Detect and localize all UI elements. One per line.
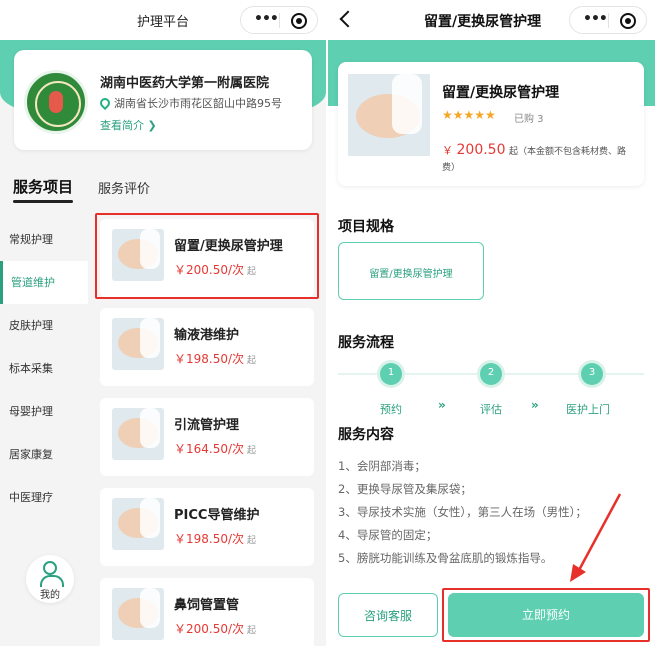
content-line: 2、更换导尿管及集尿袋； <box>338 482 472 496</box>
spec-section-title: 项目规格 <box>338 219 394 235</box>
hospital-logo <box>24 70 88 134</box>
service-name: 鼻饲管置管 <box>174 598 240 613</box>
hospital-name: 湖南中医药大学第一附属医院 <box>100 76 270 91</box>
price-note: 起（本金额不包含耗材费、路 <box>509 147 627 157</box>
price-suffix: 起 <box>247 446 257 456</box>
content-line: 1、会阴部消毒； <box>338 459 426 473</box>
product-image <box>348 74 430 156</box>
category-item[interactable]: 母婴护理 <box>0 390 88 433</box>
flow-section-title: 服务流程 <box>338 335 394 351</box>
rating-stars: ★★★★★ <box>442 108 496 122</box>
category-sidebar: 常规护理 管道维护 皮肤护理 标本采集 母婴护理 居家康复 中医理疗 <box>0 218 88 519</box>
flow-step-dot: 1 <box>380 363 402 385</box>
more-icon[interactable]: ••• <box>254 11 279 27</box>
service-detail-page: 留置/更换尿管护理 ••• 留置/更换尿管护理 ★★★★★ 已购 3 ￥ 200… <box>328 0 655 646</box>
view-intro-link[interactable]: 查看简介 ❯ <box>100 117 157 133</box>
service-card[interactable]: 引流管护理 ￥164.50/次起 <box>100 398 314 476</box>
tab-bar: 服务项目 服务评价 <box>0 160 326 208</box>
book-button-highlight <box>442 588 650 642</box>
service-thumbnail <box>112 588 164 640</box>
service-price-value: ￥164.50/次 <box>174 442 245 456</box>
service-price-value: ￥198.50/次 <box>174 352 245 366</box>
flow-step-label: 评估 <box>480 403 502 416</box>
price-note-continued: 费） <box>442 163 461 173</box>
service-name: 引流管护理 <box>174 418 240 433</box>
user-icon <box>40 561 64 587</box>
content-line: 3、导尿技术实施（女性），第三人在场（男性）； <box>338 505 587 519</box>
nav-bar: 护理平台 ••• <box>0 0 326 40</box>
service-thumbnail <box>112 318 164 370</box>
mini-program-capsule: ••• <box>569 6 647 34</box>
price-value: 200.50 <box>456 142 506 158</box>
annotation-arrow-icon <box>570 493 622 582</box>
detail-nav-bar: 留置/更换尿管护理 ••• <box>328 0 655 40</box>
back-arrow-icon[interactable] <box>339 10 357 28</box>
price-suffix: 起 <box>247 626 257 636</box>
detail-nav-title: 留置/更换尿管护理 <box>424 14 542 30</box>
service-name: 输液港维护 <box>174 328 240 343</box>
more-icon[interactable]: ••• <box>583 11 608 27</box>
flow-arrow-icon: » <box>531 398 539 412</box>
category-item[interactable]: 常规护理 <box>0 218 88 261</box>
flow-step-label: 预约 <box>380 403 402 416</box>
product-price: ￥ 200.50 起（本金额不包含耗材费、路 <box>442 142 626 158</box>
selected-service-highlight <box>95 213 319 299</box>
service-name: PICC导管维护 <box>174 508 260 523</box>
service-price: ￥198.50/次起 <box>174 530 256 547</box>
my-profile-label: 我的 <box>40 590 60 601</box>
service-price-value: ￥200.50/次 <box>174 622 245 636</box>
category-item[interactable]: 居家康复 <box>0 433 88 476</box>
service-thumbnail <box>112 408 164 460</box>
close-target-icon[interactable] <box>620 13 636 29</box>
spec-option-label: 留置/更换尿管护理 <box>369 269 453 280</box>
service-thumbnail <box>112 498 164 550</box>
my-profile-button[interactable]: 我的 <box>26 555 74 603</box>
product-name: 留置/更换尿管护理 <box>442 85 560 101</box>
content-line: 5、膀胱功能训练及骨盆底肌的锻炼指导。 <box>338 551 553 565</box>
hospital-address-text: 湖南省长沙市雨花区韶山中路95号 <box>114 97 282 110</box>
flow-step-dot: 3 <box>581 363 603 385</box>
category-item[interactable]: 皮肤护理 <box>0 304 88 347</box>
close-target-icon[interactable] <box>291 13 307 29</box>
consult-service-button[interactable]: 咨询客服 <box>338 593 438 637</box>
sold-count: 已购 3 <box>514 114 544 125</box>
screenshot-root: 护理平台 ••• 湖南中医药大学第一附属医院 湖南省长沙市雨花区韶山中路95号 … <box>0 0 655 646</box>
consult-service-label: 咨询客服 <box>363 609 412 623</box>
hospital-address: 湖南省长沙市雨花区韶山中路95号 <box>97 95 282 111</box>
service-card[interactable]: 鼻饲管置管 ￥200.50/次起 <box>100 578 314 646</box>
price-suffix: 起 <box>247 356 257 366</box>
category-item-active[interactable]: 管道维护 <box>0 261 88 304</box>
mini-program-capsule: ••• <box>240 6 318 34</box>
service-price: ￥198.50/次起 <box>174 350 256 367</box>
service-price: ￥200.50/次起 <box>174 620 256 637</box>
hospital-page: 护理平台 ••• 湖南中医药大学第一附属医院 湖南省长沙市雨花区韶山中路95号 … <box>0 0 326 646</box>
category-item[interactable]: 标本采集 <box>0 347 88 390</box>
flow-arrow-icon: » <box>438 398 446 412</box>
category-item[interactable]: 中医理疗 <box>0 476 88 519</box>
flow-step-dot: 2 <box>480 363 502 385</box>
service-price: ￥164.50/次起 <box>174 440 256 457</box>
hospital-card: 湖南中医药大学第一附属医院 湖南省长沙市雨花区韶山中路95号 查看简介 ❯ <box>14 50 312 150</box>
price-suffix: 起 <box>247 536 257 546</box>
capsule-divider <box>279 13 280 28</box>
tab-services[interactable]: 服务项目 <box>13 176 73 197</box>
service-price-value: ￥198.50/次 <box>174 532 245 546</box>
flow-step-number: 3 <box>588 367 596 378</box>
service-card[interactable]: 输液港维护 ￥198.50/次起 <box>100 308 314 386</box>
product-card: 留置/更换尿管护理 ★★★★★ 已购 3 ￥ 200.50 起（本金额不包含耗材… <box>338 62 644 186</box>
capsule-divider <box>608 13 609 28</box>
tab-reviews[interactable]: 服务评价 <box>98 178 150 197</box>
service-card[interactable]: PICC导管维护 ￥198.50/次起 <box>100 488 314 566</box>
content-section-title: 服务内容 <box>338 427 394 443</box>
location-pin-icon <box>97 95 113 111</box>
spec-option[interactable]: 留置/更换尿管护理 <box>338 242 484 300</box>
flow-step-number: 2 <box>487 367 495 378</box>
flow-step-number: 1 <box>387 367 395 378</box>
tab-active-indicator <box>13 200 73 203</box>
currency-symbol: ￥ <box>442 144 453 157</box>
flow-step-label: 医护上门 <box>566 403 610 416</box>
content-line: 4、导尿管的固定； <box>338 528 438 542</box>
